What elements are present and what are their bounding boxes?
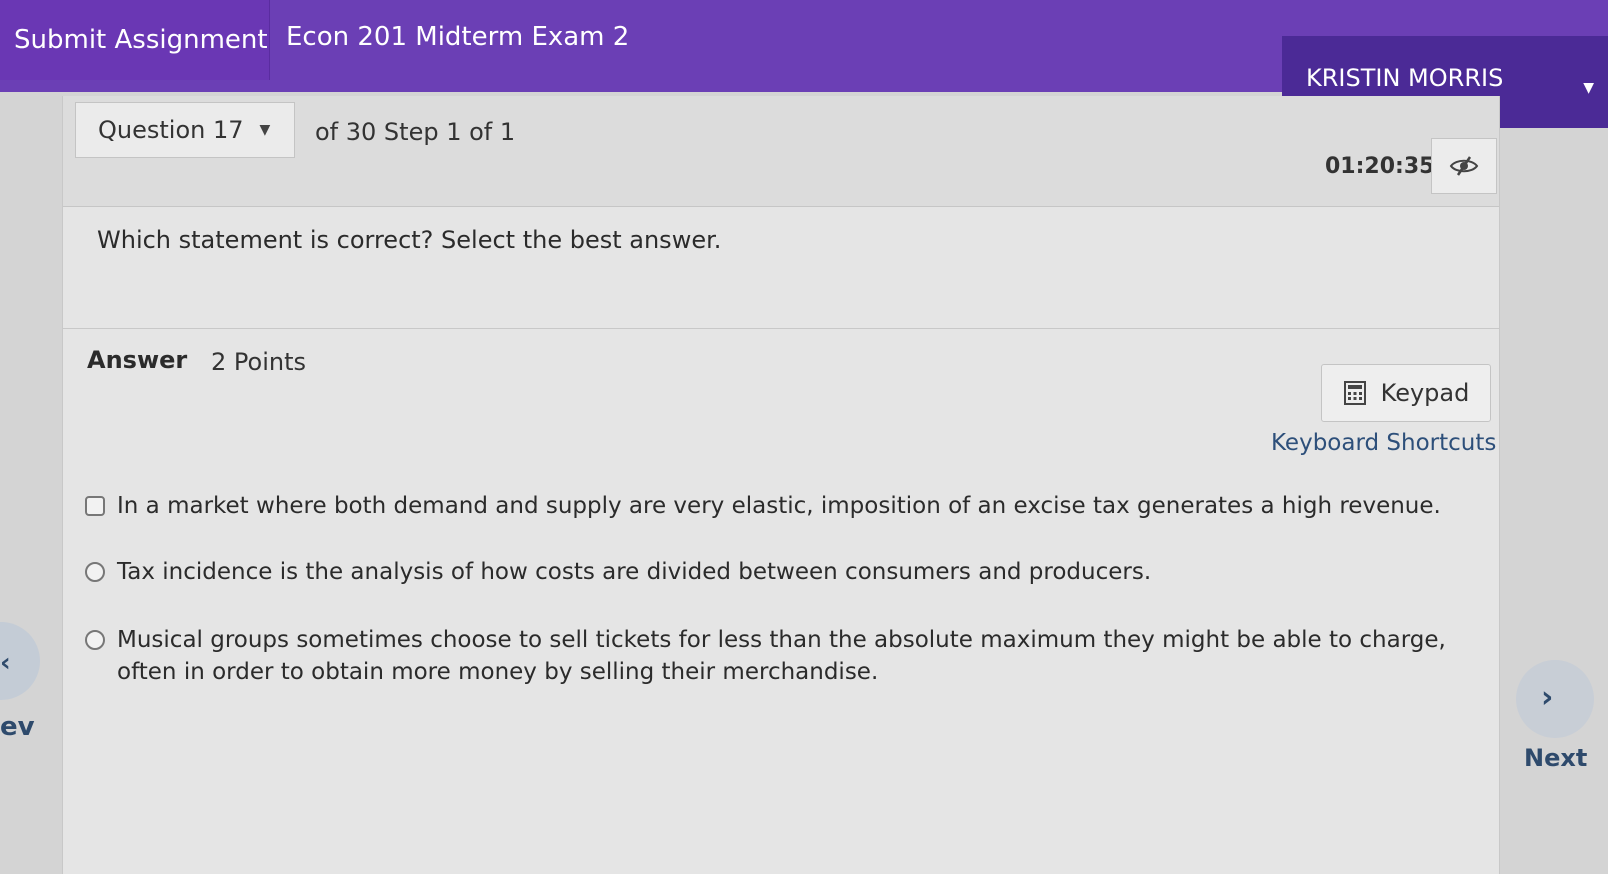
divider [63, 328, 1499, 329]
points-label: 2 Points [211, 348, 306, 376]
chevron-down-icon[interactable]: ▼ [1583, 80, 1594, 96]
hide-timer-button[interactable] [1431, 138, 1497, 194]
answer-option-text[interactable]: In a market where both demand and supply… [117, 490, 1441, 522]
answer-option[interactable]: Tax incidence is the analysis of how cos… [85, 556, 1465, 588]
chevron-left-icon[interactable]: ‹ [0, 648, 11, 678]
answer-label: Answer [87, 346, 188, 374]
exam-title: Econ 201 Midterm Exam 2 [286, 22, 630, 52]
question-panel: Question 17 ▼ of 30 Step 1 of 1 01:20:35… [62, 96, 1500, 874]
question-select-label: Question 17 [98, 116, 244, 144]
keypad-button[interactable]: Keypad [1321, 364, 1491, 422]
radio-button[interactable] [85, 562, 105, 582]
answer-option[interactable]: Musical groups sometimes choose to sell … [85, 624, 1465, 688]
eye-slash-icon [1449, 156, 1479, 176]
radio-button[interactable] [85, 496, 105, 516]
prev-label[interactable]: ev [0, 712, 35, 742]
radio-button[interactable] [85, 630, 105, 650]
user-name: KRISTIN MORRIS [1306, 64, 1504, 92]
chevron-down-icon: ▼ [259, 122, 271, 138]
calculator-icon [1343, 381, 1366, 405]
chevron-right-icon[interactable]: › [1541, 680, 1553, 715]
answer-option-text[interactable]: Musical groups sometimes choose to sell … [117, 624, 1465, 688]
keyboard-shortcuts-link[interactable]: Keyboard Shortcuts [1271, 430, 1496, 456]
next-label[interactable]: Next [1524, 744, 1587, 772]
question-progress: of 30 Step 1 of 1 [315, 118, 516, 146]
question-prompt: Which statement is correct? Select the b… [97, 226, 722, 254]
answer-option[interactable]: In a market where both demand and supply… [85, 490, 1465, 522]
keypad-label: Keypad [1380, 379, 1470, 407]
question-header: Question 17 ▼ of 30 Step 1 of 1 01:20:35 [63, 96, 1499, 207]
submit-assignment-button[interactable]: Submit Assignment [0, 0, 270, 80]
question-select[interactable]: Question 17 ▼ [75, 102, 295, 158]
timer: 01:20:35 [1325, 154, 1435, 179]
answer-option-text[interactable]: Tax incidence is the analysis of how cos… [117, 556, 1151, 588]
next-button[interactable] [1516, 660, 1594, 738]
